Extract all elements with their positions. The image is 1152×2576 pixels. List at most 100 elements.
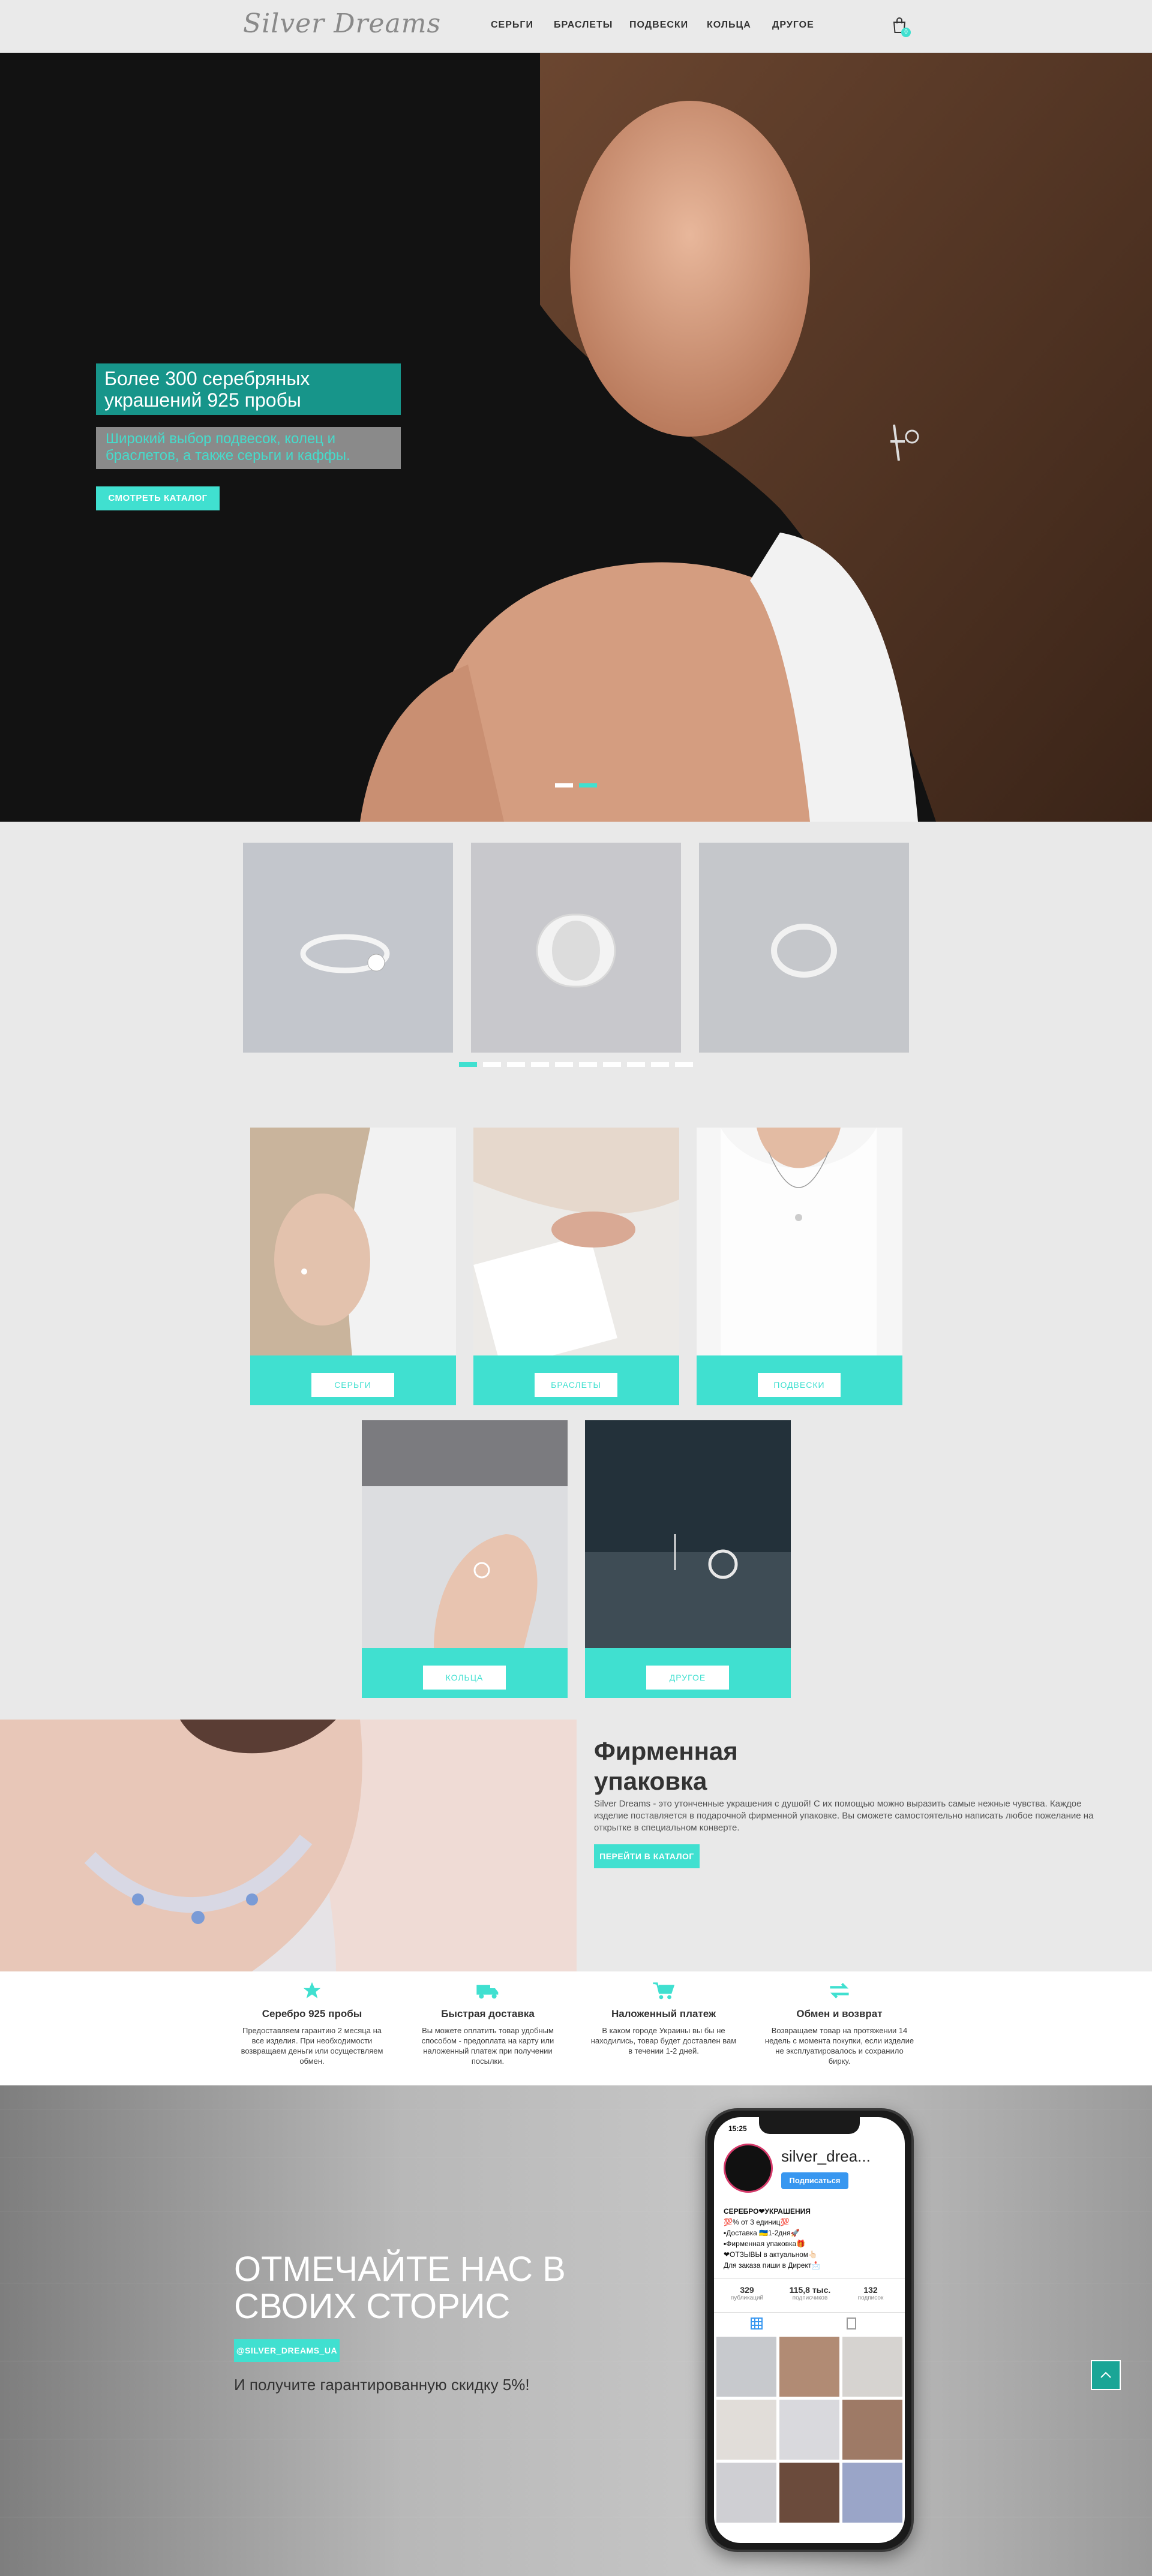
grid-view-icon[interactable]	[750, 2317, 763, 2330]
back-to-top-button[interactable]	[1091, 2360, 1121, 2390]
post-thumbnail[interactable]	[779, 2337, 839, 2397]
category-button-bracelets[interactable]: БРАСЛЕТЫ	[535, 1373, 617, 1397]
post-thumbnail[interactable]	[779, 2400, 839, 2460]
stories-title: ОТМЕЧАЙТЕ НАС В СВОИХ СТОРИС	[234, 2250, 566, 2326]
post-thumbnail[interactable]	[716, 2337, 776, 2397]
category-card-bracelets[interactable]: БРАСЛЕТЫ	[473, 1128, 679, 1405]
instagram-profile-screen: 15:25 silver_drea... Подписаться СЕРЕБРО…	[714, 2117, 905, 2543]
hero-title: Более 300 серебряных украшений 925 пробы	[96, 363, 401, 415]
bio-line: 💯% от 3 единиц💯	[724, 2218, 790, 2226]
nav-other[interactable]: ДРУГОЕ	[772, 20, 814, 31]
earrings-image	[250, 1128, 456, 1355]
post-thumbnail[interactable]	[716, 2463, 776, 2523]
other-jewelry-image	[585, 1420, 791, 1648]
product-slider-dot[interactable]	[579, 1062, 597, 1067]
truck-icon	[476, 1985, 499, 1999]
site-header: Silver Dreams СЕРЬГИ БРАСЛЕТЫ ПОДВЕСКИ К…	[0, 0, 1152, 53]
category-card-rings[interactable]: КОЛЬЦА	[362, 1420, 568, 1698]
bio-line: Для заказа пиши в Директ📩	[724, 2261, 821, 2270]
category-button-pendants[interactable]: ПОДВЕСКИ	[758, 1373, 841, 1397]
ring-image	[471, 843, 681, 1053]
product-slider-dot[interactable]	[507, 1062, 525, 1067]
packaging-image	[0, 1720, 577, 1971]
bio-title: СЕРЕБРО❤УКРАШЕНИЯ	[724, 2207, 811, 2216]
feature-title: Обмен и возврат	[796, 2008, 883, 2019]
product-card-ring-2[interactable]	[471, 843, 681, 1053]
nav-rings[interactable]: КОЛЬЦА	[707, 20, 751, 31]
phone-time: 15:25	[728, 2124, 747, 2133]
category-button-other[interactable]: ДРУГОЕ	[646, 1666, 729, 1690]
nav-pendants[interactable]: ПОДВЕСКИ	[629, 20, 688, 31]
hero-slide-dot-1[interactable]	[555, 783, 573, 787]
packaging-title: Фирменная упаковка	[594, 1737, 738, 1795]
category-button-rings[interactable]: КОЛЬЦА	[423, 1666, 506, 1690]
product-slider-dot[interactable]	[675, 1062, 693, 1067]
hero-subtitle: Широкий выбор подвесок, колец и браслето…	[96, 427, 401, 469]
follow-button[interactable]: Подписаться	[781, 2172, 848, 2189]
feature-text: Вы можете оплатить товар удобным способо…	[421, 2026, 554, 2066]
cart-count-badge: 0	[901, 28, 911, 37]
tagged-view-icon[interactable]	[845, 2317, 858, 2330]
bio-line: ▪Фирменная упаковка🎁	[724, 2240, 806, 2248]
profile-username: silver_drea...	[781, 2147, 871, 2165]
ring-image	[243, 843, 453, 1053]
product-card-ring-3[interactable]	[699, 843, 909, 1053]
rings-image	[362, 1420, 568, 1648]
bio-line: ❤ОТЗЫВЫ в актуальном👆🏻	[724, 2250, 818, 2259]
feature-cod: Наложенный платеж В каком городе Украины…	[589, 1980, 739, 2056]
feature-title: Наложенный платеж	[611, 2008, 716, 2019]
feature-silver: Серебро 925 пробы Предоставляем гарантию…	[237, 1980, 387, 2066]
feature-delivery: Быстрая доставка Вы можете оплатить това…	[413, 1980, 563, 2066]
feature-text: Предоставляем гарантию 2 месяца на все и…	[241, 2026, 383, 2066]
category-card-pendants[interactable]: ПОДВЕСКИ	[697, 1128, 902, 1405]
star-icon	[303, 1982, 321, 1998]
brushed-metal-background	[0, 2109, 1152, 2518]
product-slider-dot[interactable]	[483, 1062, 501, 1067]
stat-followers: 115,8 тыс. подписчиков	[789, 2285, 831, 2301]
feature-title: Серебро 925 пробы	[262, 2008, 362, 2019]
product-slider-dot[interactable]	[603, 1062, 621, 1067]
nav-bracelets[interactable]: БРАСЛЕТЫ	[554, 20, 613, 31]
product-slider-dot[interactable]	[531, 1062, 549, 1067]
logo[interactable]: Silver Dreams	[243, 8, 441, 39]
ring-image	[699, 843, 909, 1053]
exchange-icon	[830, 1983, 849, 1998]
post-thumbnail[interactable]	[842, 2400, 902, 2460]
divider	[714, 2278, 905, 2279]
chevron-up-icon	[1100, 2371, 1111, 2378]
product-slider-dot[interactable]	[459, 1062, 477, 1067]
bracelets-image	[473, 1128, 679, 1355]
feature-text: В каком городе Украины вы бы не находили…	[590, 2026, 737, 2055]
category-card-other[interactable]: ДРУГОЕ	[585, 1420, 791, 1698]
profile-avatar	[724, 2144, 773, 2193]
feature-text: Возвращаем товар на протяжении 14 недель…	[764, 2026, 914, 2066]
product-slider-dot[interactable]	[651, 1062, 669, 1067]
cart-icon	[653, 1982, 675, 2000]
divider	[714, 2312, 905, 2313]
bio-line: ▪Доставка 🇺🇦1-2дня🚀	[724, 2229, 800, 2237]
product-slider-dot[interactable]	[555, 1062, 573, 1067]
category-card-earrings[interactable]: СЕРЬГИ	[250, 1128, 456, 1405]
stories-discount-text: И получите гарантированную скидку 5%!	[234, 2376, 530, 2394]
feature-return: Обмен и возврат Возвращаем товар на прот…	[764, 1980, 914, 2066]
features-section	[0, 1971, 1152, 2085]
category-button-earrings[interactable]: СЕРЬГИ	[311, 1373, 394, 1397]
post-thumbnail[interactable]	[779, 2463, 839, 2523]
view-catalog-button[interactable]: СМОТРЕТЬ КАТАЛОГ	[96, 486, 220, 510]
hero-slide-dot-2[interactable]	[579, 783, 597, 787]
feature-title: Быстрая доставка	[441, 2008, 535, 2019]
pendants-image	[697, 1128, 902, 1355]
stat-following: 132 подписок	[857, 2285, 884, 2301]
phone-notch	[759, 2117, 860, 2134]
nav-earrings[interactable]: СЕРЬГИ	[491, 20, 533, 31]
stories-section	[0, 2085, 1152, 2576]
instagram-tag-button[interactable]: @SILVER_DREAMS_UA	[234, 2339, 340, 2362]
packaging-text: Silver Dreams - это утонченные украшения…	[594, 1799, 1094, 1833]
go-to-catalog-button[interactable]: ПЕРЕЙТИ В КАТАЛОГ	[594, 1844, 700, 1868]
post-thumbnail[interactable]	[842, 2337, 902, 2397]
product-card-ring-1[interactable]	[243, 843, 453, 1053]
product-slider-dot[interactable]	[627, 1062, 645, 1067]
post-thumbnail[interactable]	[716, 2400, 776, 2460]
stat-posts: 329 публикаций	[730, 2285, 764, 2301]
post-thumbnail[interactable]	[842, 2463, 902, 2523]
